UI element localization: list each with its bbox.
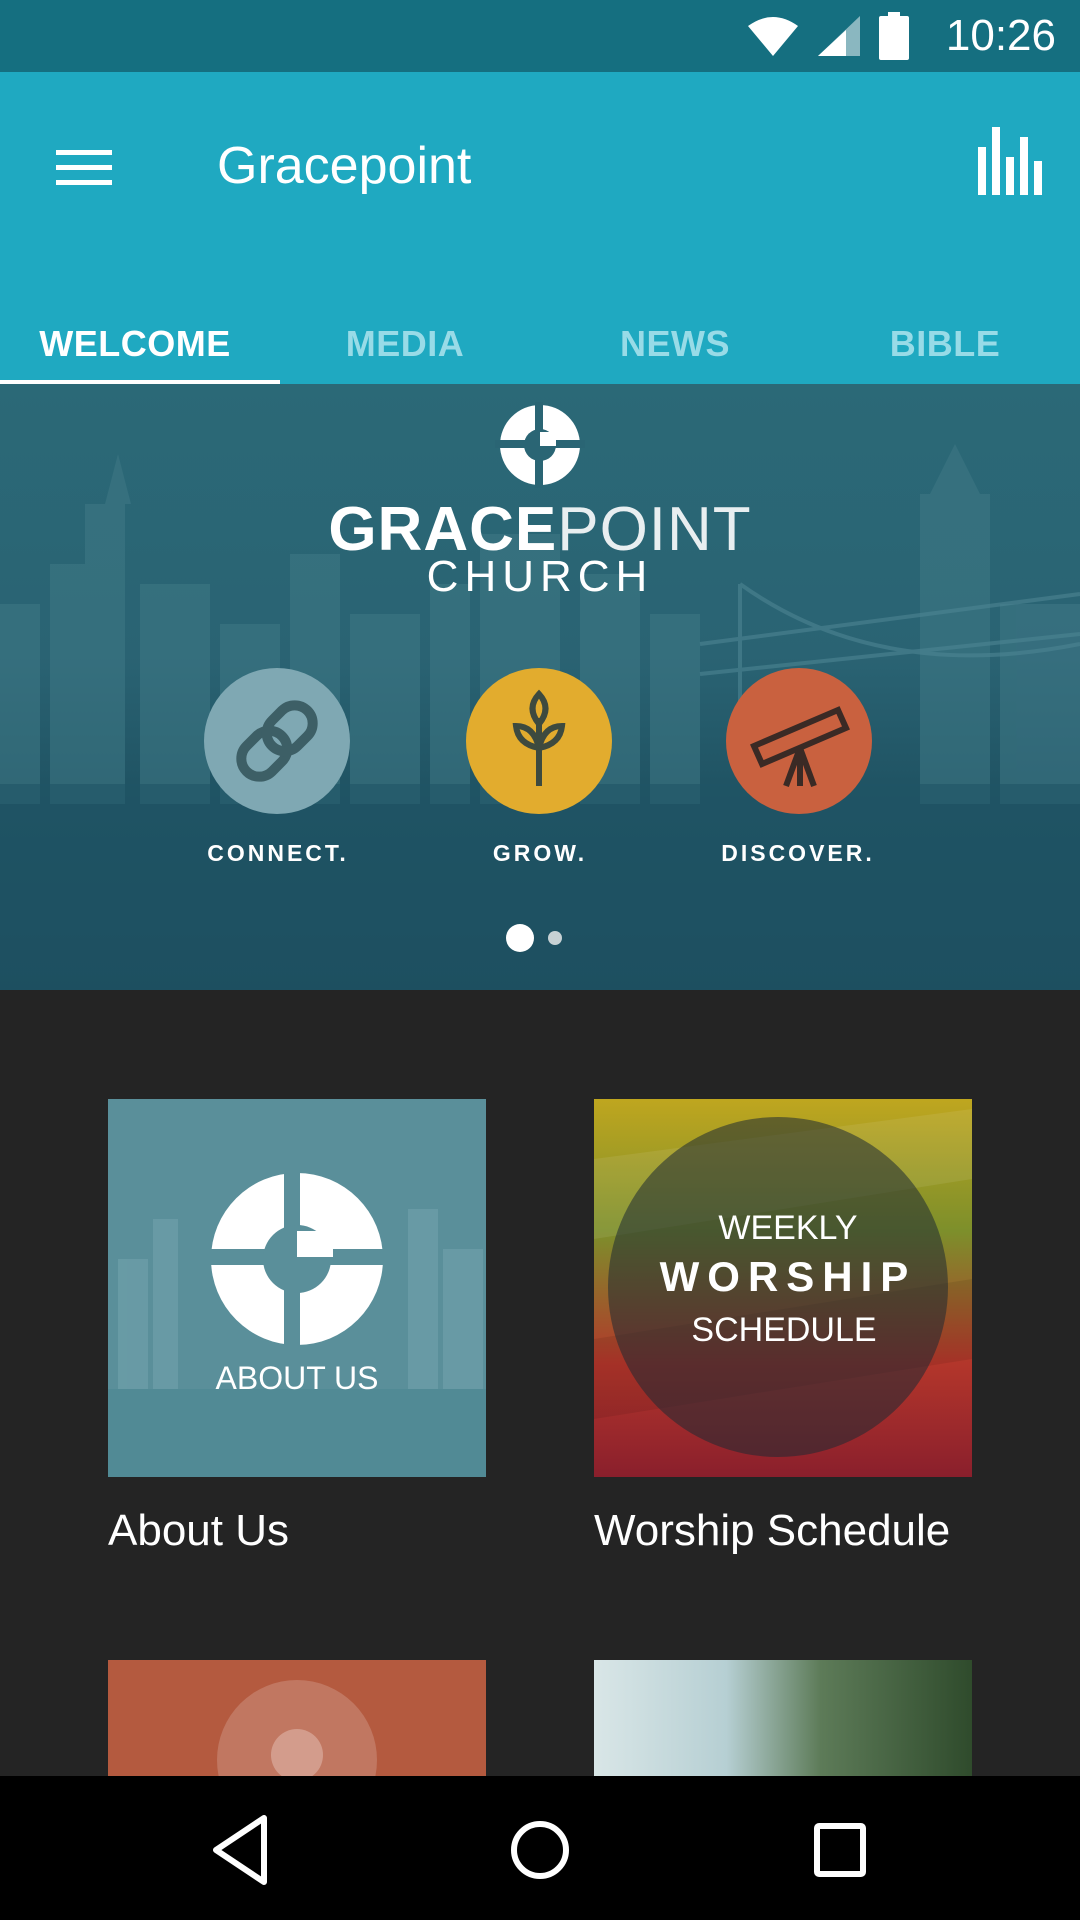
about-us-image: ABOUT US bbox=[108, 1169, 486, 1477]
card-partial-1-image bbox=[217, 1680, 377, 1776]
app-title: Gracepoint bbox=[217, 137, 472, 195]
tab-news[interactable]: NEWS bbox=[540, 304, 810, 384]
wifi-icon bbox=[748, 17, 798, 56]
battery-icon bbox=[879, 12, 909, 60]
telescope-icon bbox=[750, 706, 850, 788]
tab-bar: WELCOME MEDIA NEWS BIBLE bbox=[0, 304, 1080, 386]
app-bar: Gracepoint WELCOME MEDIA NEWS BIBLE bbox=[0, 72, 1080, 386]
worship-schedule-caption[interactable]: Worship Schedule bbox=[594, 1506, 950, 1556]
worship-schedule-image: WEEKLY WORSHIP SCHEDULE bbox=[594, 1099, 972, 1477]
about-us-card[interactable]: ABOUT US bbox=[108, 1099, 486, 1477]
chain-link-icon bbox=[236, 700, 318, 782]
discover-label: DISCOVER. bbox=[721, 840, 875, 866]
sprout-icon bbox=[512, 689, 566, 786]
status-bar: 10:26 bbox=[0, 0, 1080, 72]
worship-text-schedule: SCHEDULE bbox=[691, 1311, 876, 1349]
carousel-indicator bbox=[506, 924, 562, 952]
hero-carousel[interactable]: GRACEPOINT CHURCH CONNECT. GROW. DISCOVE… bbox=[0, 384, 1080, 990]
gracepoint-logo-icon bbox=[0, 402, 1080, 493]
about-us-image-text: ABOUT US bbox=[216, 1360, 379, 1396]
back-icon[interactable] bbox=[196, 1812, 286, 1888]
worship-text-weekly: WEEKLY bbox=[718, 1209, 857, 1247]
card-partial-1[interactable] bbox=[108, 1660, 486, 1776]
connect-label: CONNECT. bbox=[207, 840, 349, 866]
worship-schedule-card[interactable]: WEEKLY WORSHIP SCHEDULE bbox=[594, 1099, 972, 1477]
recents-icon[interactable] bbox=[795, 1812, 885, 1888]
tab-bible[interactable]: BIBLE bbox=[810, 304, 1080, 384]
home-icon[interactable] bbox=[495, 1812, 585, 1888]
navigation-bar bbox=[0, 1776, 1080, 1920]
tab-welcome[interactable]: WELCOME bbox=[0, 304, 280, 386]
signal-icon bbox=[818, 16, 860, 56]
discover-circle bbox=[726, 668, 872, 814]
hamburger-menu-icon[interactable] bbox=[40, 122, 130, 212]
brand-subtitle: CHURCH bbox=[426, 552, 654, 601]
connect-circle bbox=[204, 668, 350, 814]
carousel-dot-active[interactable] bbox=[506, 924, 534, 952]
card-partial-2[interactable] bbox=[594, 1660, 972, 1776]
status-icons bbox=[746, 12, 910, 60]
bar-chart-icon[interactable] bbox=[970, 117, 1050, 207]
tab-media[interactable]: MEDIA bbox=[270, 304, 540, 384]
grow-circle bbox=[466, 668, 612, 814]
carousel-dot[interactable] bbox=[548, 931, 562, 945]
status-time: 10:26 bbox=[945, 11, 1056, 60]
grow-label: GROW. bbox=[492, 840, 588, 866]
worship-text-worship: WORSHIP bbox=[660, 1253, 917, 1300]
about-us-caption[interactable]: About Us bbox=[108, 1506, 289, 1556]
